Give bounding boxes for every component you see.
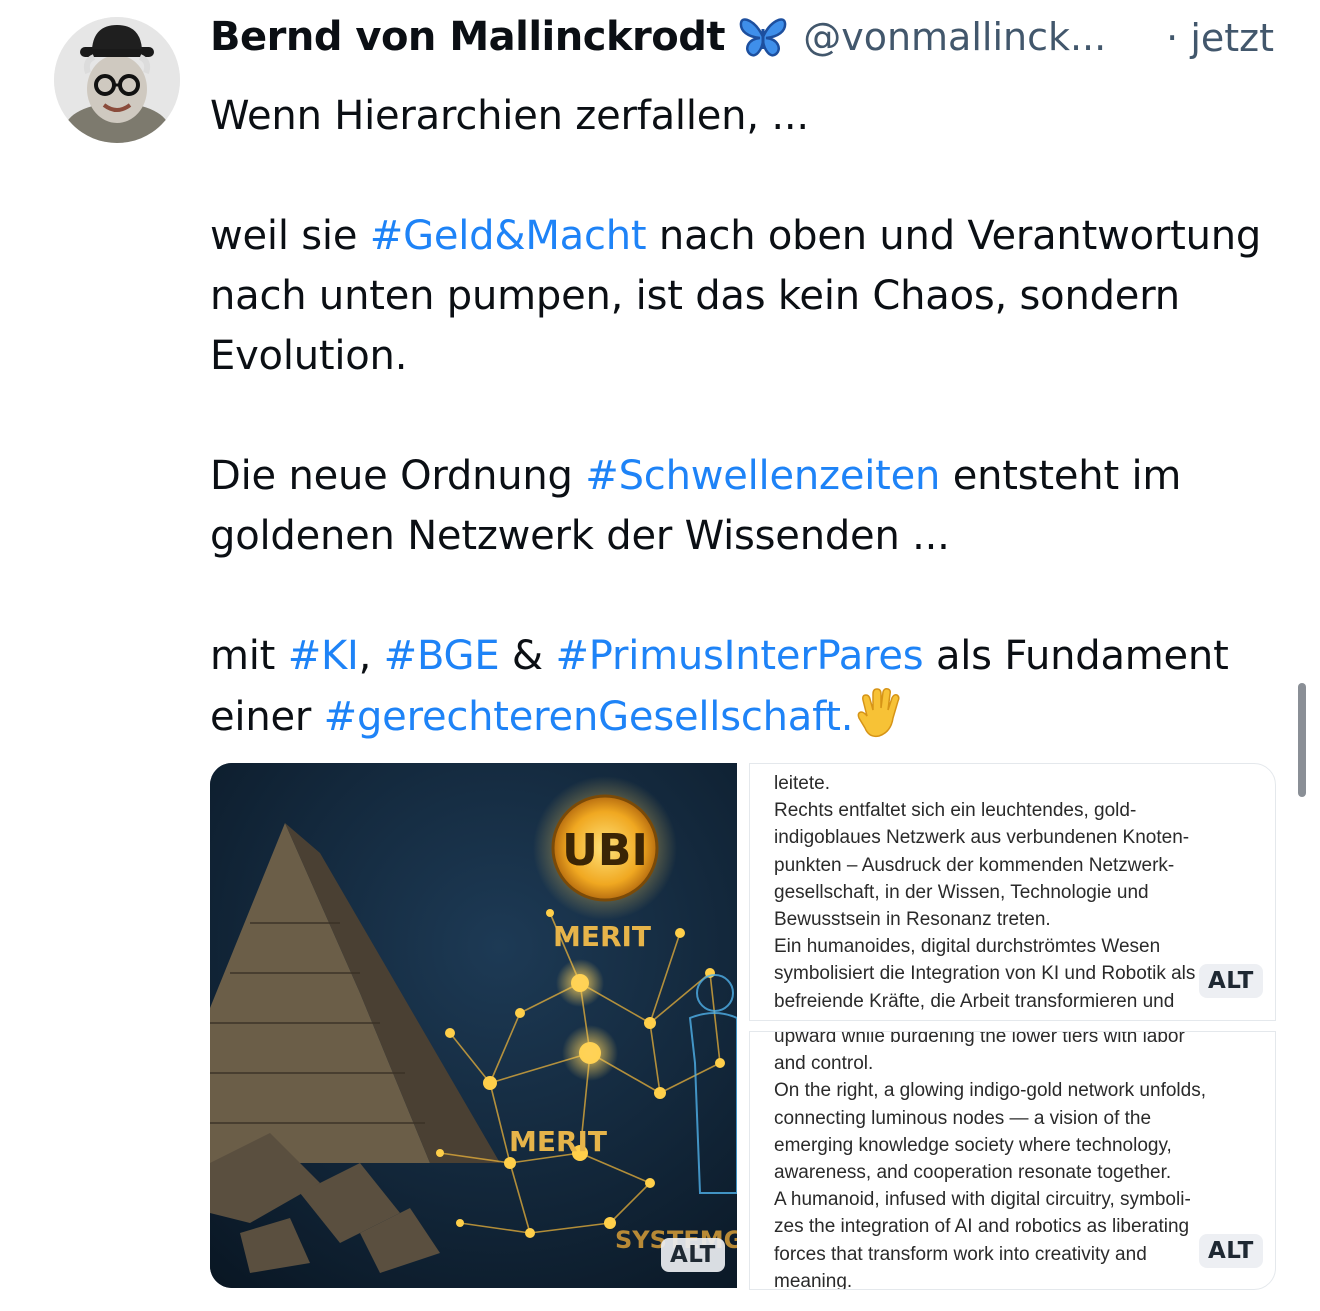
post-paragraph-4: mit #KI, #BGE & #PrimusInterPares als Fu… xyxy=(210,626,1290,747)
hashtag-bge[interactable]: #BGE xyxy=(384,633,500,679)
hashtag-schwellenzeiten[interactable]: #Schwellenzeiten xyxy=(585,453,940,499)
alt-badge[interactable]: ALT xyxy=(1199,1234,1263,1268)
text-segment: , xyxy=(358,633,384,679)
post-header: Bernd von Mallinckrodt @vonmallinck... ·… xyxy=(210,14,1280,70)
post-paragraph-3: Die neue Ordnung #Schwellenzeiten entste… xyxy=(210,446,1290,566)
text-segment: Die neue Ordnung xyxy=(210,453,586,499)
pyramid-network-illustration: UBI MERIT MERIT SYSTEMGR xyxy=(210,763,737,1288)
hashtag-ki[interactable]: #KI xyxy=(288,633,359,679)
alt-text-image-de[interactable]: leitete. Rechts entfaltet sich ein leuch… xyxy=(749,763,1276,1021)
alt-text-image-en[interactable]: upward while burdening the lower tiers w… xyxy=(749,1031,1276,1290)
raised-hand-emoji-icon xyxy=(857,688,900,738)
author-avatar[interactable] xyxy=(54,17,180,143)
scrollbar[interactable] xyxy=(1298,683,1306,797)
avatar-image xyxy=(54,17,180,143)
text-segment: mit xyxy=(210,633,288,679)
hashtag-geld-macht[interactable]: #Geld&Macht xyxy=(370,213,647,259)
hashtag-gerechteren-gesellschaft[interactable]: #gerechterenGesellschaft. xyxy=(324,694,854,740)
hashtag-primus-inter-pares[interactable]: #PrimusInterPares xyxy=(555,633,923,679)
alt-text-en: upward while burdening the lower tiers w… xyxy=(774,1031,1206,1290)
text-segment: weil sie xyxy=(210,213,370,259)
post-text: Wenn Hierarchien zerfallen, ... weil sie… xyxy=(210,86,1290,747)
author-name[interactable]: Bernd von Mallinckrodt xyxy=(210,14,726,60)
post-line-1: Wenn Hierarchien zerfallen, ... xyxy=(210,93,809,139)
post-timestamp[interactable]: · jetzt xyxy=(1166,16,1274,60)
merit-label-2: MERIT xyxy=(509,1125,607,1158)
alt-badge[interactable]: ALT xyxy=(661,1238,725,1272)
alt-text-de: leitete. Rechts entfaltet sich ein leuch… xyxy=(774,773,1196,1012)
text-segment: & xyxy=(499,633,556,679)
author-handle[interactable]: @vonmallinck... xyxy=(803,15,1106,59)
merit-label-1: MERIT xyxy=(553,920,651,953)
alt-badge[interactable]: ALT xyxy=(1199,964,1263,998)
ubi-label: UBI xyxy=(562,825,648,876)
post-paragraph-2: weil sie #Geld&Macht nach oben und Veran… xyxy=(210,206,1290,386)
post-image[interactable]: UBI MERIT MERIT SYSTEMGR ALT xyxy=(210,763,737,1288)
butterfly-icon xyxy=(739,18,787,57)
